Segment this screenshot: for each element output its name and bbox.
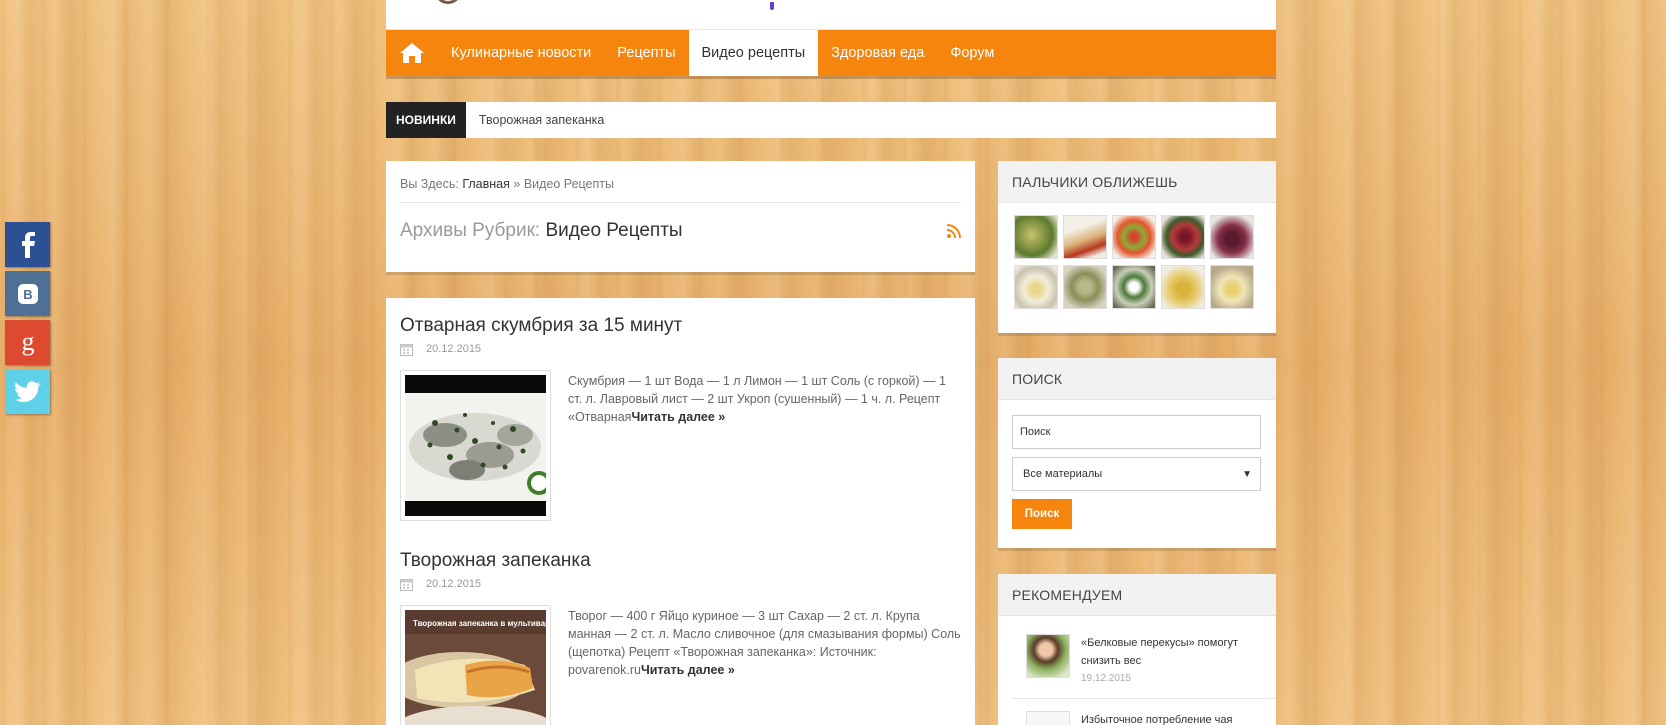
category-select[interactable]: Все материалы ▼ bbox=[1012, 457, 1261, 491]
gallery-thumb[interactable] bbox=[1063, 265, 1107, 309]
gallery-thumb[interactable] bbox=[1210, 215, 1254, 259]
post-title[interactable]: Отварная скумбрия за 15 минут bbox=[400, 298, 961, 340]
breadcrumb-current: Видео Рецепты bbox=[523, 177, 614, 191]
nav-item-healthy-food[interactable]: Здоровая еда bbox=[818, 30, 937, 76]
post-date-text: 20.12.2015 bbox=[426, 343, 482, 355]
recommended-item[interactable]: «Белковые перекусы» помогут снизить вес … bbox=[998, 616, 1276, 688]
post-thumbnail[interactable] bbox=[400, 370, 551, 521]
home-icon bbox=[400, 43, 424, 63]
recommended-thumb[interactable] bbox=[1026, 634, 1070, 678]
social-share-bar: B g bbox=[5, 222, 50, 418]
gallery-thumb[interactable] bbox=[1161, 265, 1205, 309]
rss-icon[interactable] bbox=[947, 224, 961, 238]
ticker-link[interactable]: Творожная запеканка bbox=[466, 113, 604, 127]
dropdown-arrow-icon: ▼ bbox=[1242, 468, 1252, 480]
post-item: Творожная запеканка 20.12.2015 Творожная… bbox=[400, 533, 961, 725]
category-select-value: Все материалы bbox=[1023, 468, 1103, 480]
google-plus-button[interactable]: g bbox=[5, 320, 50, 365]
post-date: 20.12.2015 bbox=[400, 340, 961, 358]
casserole-dish-image: Творожная запеканка в мультиварке bbox=[405, 610, 546, 725]
calendar-icon bbox=[400, 343, 413, 356]
recommended-item[interactable]: Избыточное потребление чая bbox=[998, 699, 1276, 725]
archive-prefix: Архивы Рубрик: bbox=[400, 220, 541, 241]
gallery-thumb[interactable] bbox=[1014, 265, 1058, 309]
gallery-thumb[interactable] bbox=[1161, 215, 1205, 259]
gallery-thumb[interactable] bbox=[1063, 215, 1107, 259]
facebook-icon bbox=[21, 231, 35, 258]
recommended-widget: РЕКОМЕНДУЕМ «Белковые перекусы» помогут … bbox=[998, 574, 1276, 725]
gallery-widget: ПАЛЬЧИКИ ОБЛИЖЕШЬ bbox=[998, 161, 1276, 333]
post-date-text: 20.12.2015 bbox=[426, 578, 482, 590]
recommended-title[interactable]: Избыточное потребление чая bbox=[1081, 711, 1232, 725]
logo-decoration bbox=[770, 2, 774, 10]
main-navigation: Кулинарные новости Рецепты Видео рецепты… bbox=[386, 30, 1276, 76]
recommended-date: 19.12.2015 bbox=[1081, 673, 1132, 684]
post-item: Отварная скумбрия за 15 минут 20.12.2015 bbox=[400, 298, 961, 521]
home-button[interactable] bbox=[386, 30, 438, 76]
read-more-link[interactable]: Читать далее » bbox=[641, 663, 735, 677]
archive-category: Видео Рецепты bbox=[545, 220, 683, 241]
nav-item-video-recipes[interactable]: Видео рецепты bbox=[688, 30, 819, 76]
post-excerpt: Скумбрия — 1 шт Вода — 1 л Лимон — 1 шт … bbox=[551, 370, 961, 521]
read-more-link[interactable]: Читать далее » bbox=[631, 410, 725, 424]
search-widget: ПОИСК Поиск Все материалы ▼ Поиск bbox=[998, 358, 1276, 548]
post-excerpt-text: Творог — 400 г Яйцо куриное — 3 шт Сахар… bbox=[568, 609, 961, 677]
post-excerpt: Творог — 400 г Яйцо куриное — 3 шт Сахар… bbox=[551, 605, 961, 725]
search-input[interactable]: Поиск bbox=[1012, 415, 1261, 449]
google-plus-icon: g bbox=[21, 330, 34, 356]
nav-item-forum[interactable]: Форум bbox=[937, 30, 1007, 76]
posts-list: Отварная скумбрия за 15 минут 20.12.2015 bbox=[386, 298, 975, 725]
recommended-widget-title: РЕКОМЕНДУЕМ bbox=[998, 574, 1276, 616]
recommended-title[interactable]: «Белковые перекусы» помогут снизить вес bbox=[1081, 634, 1262, 670]
gallery-thumb[interactable] bbox=[1112, 215, 1156, 259]
thumb-caption: Творожная запеканка в мультиварке bbox=[413, 619, 546, 628]
calendar-icon bbox=[400, 578, 413, 591]
gallery-thumb[interactable] bbox=[1210, 265, 1254, 309]
nav-item-culinary-news[interactable]: Кулинарные новости bbox=[438, 30, 604, 76]
search-widget-title: ПОИСК bbox=[998, 358, 1276, 400]
nav-item-recipes[interactable]: Рецепты bbox=[604, 30, 688, 76]
facebook-button[interactable] bbox=[5, 222, 50, 267]
breadcrumb: Вы Здесь: Главная » Видео Рецепты bbox=[400, 161, 961, 203]
gallery-widget-title: ПАЛЬЧИКИ ОБЛИЖЕШЬ bbox=[998, 161, 1276, 203]
twitter-button[interactable] bbox=[5, 369, 50, 414]
breadcrumb-separator: » bbox=[513, 177, 521, 191]
site-logo[interactable] bbox=[434, 0, 462, 4]
mackerel-dish-image bbox=[405, 375, 546, 516]
vk-button[interactable]: B bbox=[5, 271, 50, 316]
search-button[interactable]: Поиск bbox=[1012, 499, 1072, 529]
post-excerpt-text: Скумбрия — 1 шт Вода — 1 л Лимон — 1 шт … bbox=[568, 374, 946, 424]
post-title[interactable]: Творожная запеканка bbox=[400, 533, 961, 575]
gallery-thumb[interactable] bbox=[1014, 215, 1058, 259]
breadcrumb-prefix: Вы Здесь: bbox=[400, 177, 459, 191]
page-title: Архивы Рубрик: Видео Рецепты bbox=[400, 220, 961, 242]
gallery-grid bbox=[998, 203, 1276, 309]
vk-icon: B bbox=[17, 283, 38, 304]
twitter-icon bbox=[14, 380, 41, 402]
archive-header: Вы Здесь: Главная » Видео Рецепты Архивы… bbox=[386, 161, 975, 272]
site-header bbox=[386, 0, 1276, 30]
news-ticker: НОВИНКИ Творожная запеканка bbox=[386, 102, 1276, 138]
svg-text:B: B bbox=[23, 287, 32, 302]
breadcrumb-home-link[interactable]: Главная bbox=[462, 177, 510, 191]
ticker-label: НОВИНКИ bbox=[386, 102, 466, 138]
post-date: 20.12.2015 bbox=[400, 575, 961, 593]
post-thumbnail[interactable]: Творожная запеканка в мультиварке bbox=[400, 605, 551, 725]
gallery-thumb[interactable] bbox=[1112, 265, 1156, 309]
svg-text:g: g bbox=[21, 330, 34, 356]
recommended-thumb[interactable] bbox=[1026, 711, 1070, 725]
